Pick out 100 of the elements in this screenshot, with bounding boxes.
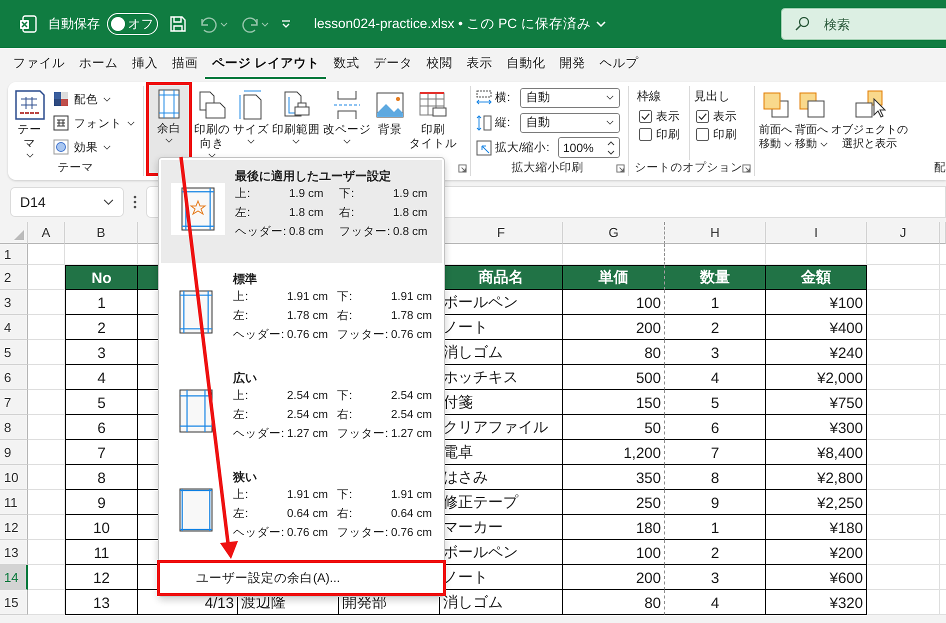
table-cell: ¥600 xyxy=(766,565,867,590)
custom-margins-item[interactable]: ユーザー設定の余白(A)... xyxy=(157,560,446,596)
fonts-icon xyxy=(53,115,69,131)
row-header[interactable]: 4 xyxy=(0,315,28,340)
checkbox[interactable] xyxy=(639,110,652,123)
dialog-launcher-icon[interactable] xyxy=(616,164,625,173)
save-icon[interactable] xyxy=(169,15,187,33)
table-cell: 4 xyxy=(665,590,766,615)
dialog-launcher-icon[interactable] xyxy=(458,164,467,173)
option-heading: 見出し xyxy=(694,88,731,105)
row-header[interactable]: 11 xyxy=(0,490,28,515)
column-header[interactable]: I xyxy=(766,222,867,244)
checkbox-label[interactable]: 表示 xyxy=(713,109,737,124)
ribbon-tab[interactable]: ページ レイアウト xyxy=(205,49,326,79)
ribbon-tab[interactable]: ファイル xyxy=(6,49,72,79)
table-cell: ¥8,400 xyxy=(766,440,867,465)
group-label: 拡大縮小印刷 xyxy=(510,160,584,176)
row-header[interactable]: 1 xyxy=(0,244,28,265)
table-cell: 350 xyxy=(563,465,665,490)
table-cell: 6 xyxy=(65,415,138,440)
ribbon-tab[interactable]: 挿入 xyxy=(125,49,165,79)
themes-button[interactable]: テーマ xyxy=(12,86,47,160)
dropdown-field[interactable]: 自動 xyxy=(520,88,620,108)
margin-value: 0.64 cm xyxy=(391,507,432,522)
ribbon-tab[interactable]: 描画 xyxy=(165,49,205,79)
customize-menu-icon[interactable] xyxy=(280,18,292,30)
theme-option-button[interactable]: フォント xyxy=(49,112,139,134)
margin-value: 1.91 cm xyxy=(287,290,329,305)
margin-label: ヘッダー: xyxy=(233,328,286,343)
row-header[interactable]: 12 xyxy=(0,515,28,540)
table-cell: 8 xyxy=(65,465,138,490)
checkbox-label[interactable]: 印刷 xyxy=(656,127,680,142)
table-cell: 250 xyxy=(563,490,665,515)
row-header[interactable]: 13 xyxy=(0,540,28,565)
excel-icon[interactable] xyxy=(19,15,37,33)
ribbon-tab[interactable]: 自動化 xyxy=(499,49,552,79)
checkbox[interactable] xyxy=(639,128,652,141)
checkbox[interactable] xyxy=(696,128,709,141)
table-cell: 150 xyxy=(563,390,665,415)
column-header[interactable]: B xyxy=(65,222,138,244)
margin-value: 0.76 cm xyxy=(391,526,432,541)
table-cell: 12 xyxy=(65,565,138,590)
arrange-button[interactable]: オブジェクトの 選択と表示 xyxy=(831,86,908,160)
effects-icon xyxy=(53,139,69,155)
row-header[interactable]: 15 xyxy=(0,590,28,615)
column-header[interactable]: J xyxy=(867,222,940,244)
row-header[interactable]: 2 xyxy=(0,265,28,290)
document-title[interactable]: lesson024-practice.xlsx • この PC に保存済み xyxy=(314,15,591,33)
column-header[interactable]: A xyxy=(28,222,65,244)
arrange-button[interactable]: 前面へ 移動 xyxy=(759,86,792,160)
spinner-field[interactable]: 100% xyxy=(558,137,620,158)
ribbon-tab[interactable]: 数式 xyxy=(326,49,366,79)
ribbon-tab[interactable]: 表示 xyxy=(459,49,500,79)
checkbox[interactable] xyxy=(696,110,709,123)
margin-label: フッター: xyxy=(337,526,390,541)
more-icon[interactable] xyxy=(133,195,137,209)
row-header[interactable]: 8 xyxy=(0,415,28,440)
row-header[interactable]: 5 xyxy=(0,340,28,365)
margin-label: 上: xyxy=(233,290,250,305)
row-header[interactable]: 6 xyxy=(0,365,28,390)
margin-label: 上: xyxy=(235,186,252,202)
ribbon-tab[interactable]: データ xyxy=(366,49,420,79)
checkbox-label[interactable]: 印刷 xyxy=(713,127,737,142)
ribbon-tab[interactable]: 校閲 xyxy=(419,49,460,79)
header-cell: 数量 xyxy=(665,265,766,290)
scale-label: 横: xyxy=(495,90,510,105)
search-field[interactable]: 検索 xyxy=(781,8,946,40)
column-header[interactable]: G xyxy=(563,222,665,244)
table-cell: 3 xyxy=(65,340,138,365)
autosave-label: 自動保存 xyxy=(48,15,100,33)
row-header[interactable]: 9 xyxy=(0,440,28,465)
table-cell: 11 xyxy=(65,540,138,565)
checkbox-label[interactable]: 表示 xyxy=(656,109,680,124)
row-header[interactable]: 7 xyxy=(0,390,28,415)
table-cell: 1 xyxy=(665,290,766,315)
margin-label: 右: xyxy=(339,206,356,221)
row-header[interactable]: 10 xyxy=(0,465,28,490)
row-header[interactable]: 14 xyxy=(0,565,28,590)
table-cell: ¥2,800 xyxy=(766,465,867,490)
arrange-button[interactable]: 背面へ 移動 xyxy=(795,86,828,160)
margin-value: 1.78 cm xyxy=(391,309,432,324)
row-header[interactable]: 3 xyxy=(0,290,28,315)
preset-title: 広い xyxy=(233,370,258,387)
ribbon-tab[interactable]: ホーム xyxy=(72,49,125,79)
theme-option-button[interactable]: 効果 xyxy=(49,136,139,158)
ribbon-tab[interactable]: ヘルプ xyxy=(592,49,646,79)
table-cell: 2 xyxy=(665,540,766,565)
margin-preset-item[interactable]: 最後に適用したユーザー設定 上: 1.9 cm 下: 1.9 cm 左: 1.8 cm 右: 1.8 cm ヘッダー: 0.8 cm フッター: 0.8 cm xyxy=(161,160,442,263)
table-cell: ¥240 xyxy=(766,340,867,365)
table-cell: 100 xyxy=(563,290,665,315)
dropdown-field[interactable]: 自動 xyxy=(520,112,620,132)
autosave-toggle[interactable]: オフ xyxy=(107,13,158,35)
name-box[interactable]: D14 xyxy=(10,187,124,217)
preset-title: 最後に適用したユーザー設定 xyxy=(235,168,392,185)
column-header[interactable]: H xyxy=(665,222,766,244)
table-cell: 7 xyxy=(65,440,138,465)
ribbon-tab[interactable]: 開発 xyxy=(552,49,592,79)
dialog-launcher-icon[interactable] xyxy=(742,164,751,173)
margin-value: 1.91 cm xyxy=(391,488,432,503)
theme-option-button[interactable]: 配色 xyxy=(49,88,139,110)
